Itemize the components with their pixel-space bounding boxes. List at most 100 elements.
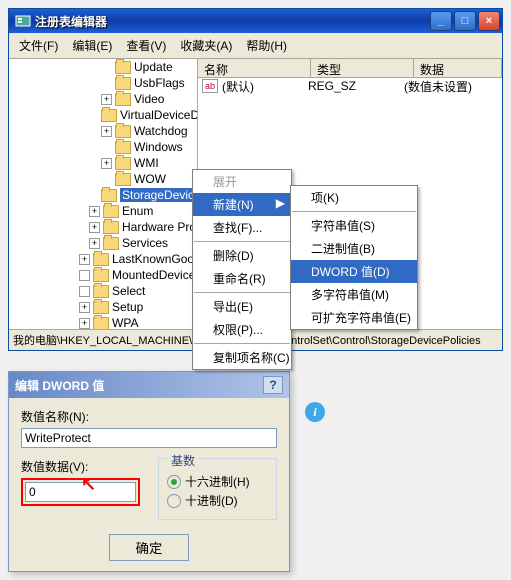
menu-item: 展开 [193,170,291,193]
folder-icon [115,157,131,170]
radio-hex[interactable]: 十六进制(H) [167,473,268,490]
tree-item[interactable]: + Enum [9,203,197,219]
menu-item[interactable]: 多字符串值(M) [291,283,417,306]
info-icon: i [305,402,325,422]
col-name[interactable]: 名称 [198,59,311,77]
expand-icon[interactable]: + [79,254,90,265]
expand-icon[interactable]: + [89,238,100,249]
menu-view[interactable]: 查看(V) [120,35,172,56]
radio-icon [167,475,181,489]
menu-item[interactable]: 导出(E) [193,295,291,318]
titlebar[interactable]: 注册表编辑器 _ □ × [9,9,502,33]
tree-item[interactable]: VirtualDeviceDrivers [9,107,197,123]
new-submenu[interactable]: 项(K) 字符串值(S)二进制值(B)DWORD 值(D)多字符串值(M)可扩充字… [290,185,418,330]
tree-item[interactable]: Select [9,283,197,299]
tree-label: Services [122,236,168,250]
menu-favorites[interactable]: 收藏夹(A) [174,35,238,56]
folder-icon [93,253,109,266]
menu-item[interactable]: 新建(N)▶ [193,193,291,216]
expand-icon[interactable]: + [101,126,112,137]
menu-file[interactable]: 文件(F) [13,35,64,56]
expand-icon[interactable]: + [89,206,100,217]
folder-icon [115,93,131,106]
tree-item[interactable]: +WPA [9,315,197,329]
tree-item[interactable]: + Services [9,235,197,251]
expand-icon[interactable] [79,270,90,281]
folder-icon [115,61,131,74]
annotation-arrow-icon: ↖ [81,474,96,495]
folder-icon [115,173,131,186]
menu-item[interactable]: 复制项名称(C) [193,346,291,369]
expand-icon[interactable]: + [79,318,90,329]
list-row[interactable]: ab (默认) REG_SZ (数值未设置) [198,78,502,94]
expand-icon[interactable]: + [89,222,100,233]
close-button[interactable]: × [478,11,500,31]
menu-item[interactable]: 权限(P)... [193,318,291,341]
menu-edit[interactable]: 编辑(E) [66,35,118,56]
context-menu[interactable]: 展开新建(N)▶查找(F)... 删除(D)重命名(R) 导出(E)权限(P)...… [192,169,292,370]
value-list[interactable]: 名称 类型 数据 ab (默认) REG_SZ (数值未设置) 展开新建(N)▶… [198,59,502,329]
tree-item[interactable]: StorageDevicePolicies [9,187,197,203]
folder-icon [103,205,119,218]
folder-icon [103,221,119,234]
help-button[interactable]: ? [263,376,283,394]
name-input[interactable] [21,428,277,448]
tree-item[interactable]: +WMI [9,155,197,171]
folder-icon [115,77,131,90]
folder-icon [93,269,109,282]
edit-dword-dialog: 编辑 DWORD 值 ? 数值名称(N): 数值数据(V): 基数 十六进制(H… [8,371,290,572]
ok-button[interactable]: 确定 [109,534,190,561]
tree-item[interactable]: UsbFlags [9,75,197,91]
registry-tree[interactable]: UpdateUsbFlags+VideoVirtualDeviceDrivers… [9,59,198,329]
tree-label: Watchdog [134,124,188,138]
tree-item[interactable]: +Video [9,91,197,107]
expand-icon[interactable]: + [101,158,112,169]
maximize-button[interactable]: □ [454,11,476,31]
menu-item[interactable]: 查找(F)... [193,216,291,239]
tree-label: Enum [122,204,153,218]
tree-item[interactable]: + Watchdog [9,123,197,139]
col-type[interactable]: 类型 [311,59,414,77]
dialog-titlebar[interactable]: 编辑 DWORD 值 ? [9,372,289,398]
tree-label: VirtualDeviceDrivers [120,108,198,122]
base-fieldset: 基数 十六进制(H) 十进制(D) [158,458,277,520]
expand-icon[interactable]: + [101,94,112,105]
radio-dec[interactable]: 十进制(D) [167,492,268,509]
content-area: UpdateUsbFlags+VideoVirtualDeviceDrivers… [9,59,502,329]
minimize-button[interactable]: _ [430,11,452,31]
tree-item[interactable]: + Hardware Profiles [9,219,197,235]
tree-label: Select [112,284,145,298]
menu-item[interactable]: 二进制值(B) [291,237,417,260]
menu-help[interactable]: 帮助(H) [240,35,293,56]
tree-item[interactable]: MountedDevices [9,267,197,283]
app-icon [15,13,31,29]
base-legend: 基数 [167,452,199,469]
menu-item[interactable]: 重命名(R) [193,267,291,290]
dialog-title: 编辑 DWORD 值 [15,377,104,394]
col-data[interactable]: 数据 [414,59,502,77]
string-value-icon: ab [202,79,218,93]
tree-item[interactable]: WOW [9,171,197,187]
menubar: 文件(F) 编辑(E) 查看(V) 收藏夹(A) 帮助(H) [9,33,502,59]
expand-icon[interactable]: + [79,302,90,313]
data-label: 数值数据(V): [21,458,140,475]
tree-label: MountedDevices [112,268,198,282]
folder-icon [101,189,117,202]
folder-icon [103,237,119,250]
tree-label: Hardware Profiles [122,220,198,234]
radio-icon [167,494,181,508]
menu-item[interactable]: 字符串值(S) [291,214,417,237]
regedit-window: 注册表编辑器 _ □ × 文件(F) 编辑(E) 查看(V) 收藏夹(A) 帮助… [8,8,503,351]
expand-icon[interactable] [79,286,90,297]
tree-item[interactable]: +LastKnownGoodRecovery [9,251,197,267]
folder-icon [115,125,131,138]
menu-item[interactable]: 项(K) [291,186,417,209]
folder-icon [115,141,131,154]
menu-item[interactable]: DWORD 值(D) [291,260,417,283]
tree-label: StorageDevicePolicies [120,188,198,202]
menu-item[interactable]: 可扩充字符串值(E) [291,306,417,329]
tree-item[interactable]: Update [9,59,197,75]
tree-item[interactable]: Windows [9,139,197,155]
menu-item[interactable]: 删除(D) [193,244,291,267]
tree-item[interactable]: +Setup [9,299,197,315]
